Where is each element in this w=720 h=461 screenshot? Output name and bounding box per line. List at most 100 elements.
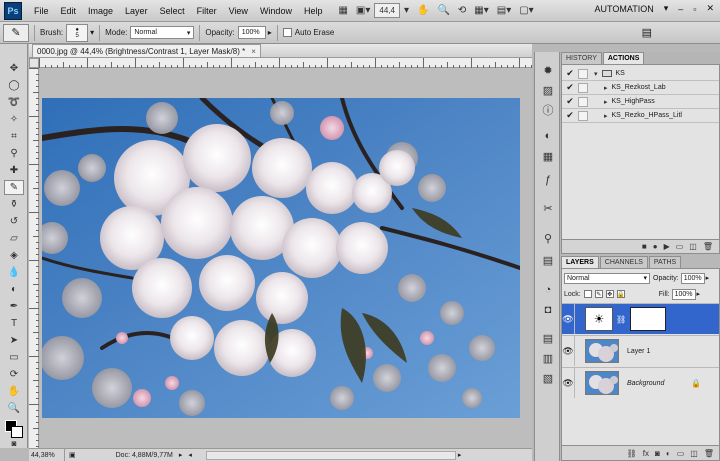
layer-opacity-input[interactable]: 100%	[680, 272, 705, 284]
navigator-icon[interactable]: ✹	[539, 62, 557, 78]
tab-actions[interactable]: ACTIONS	[602, 52, 645, 64]
clone-source-icon[interactable]: ⚲	[539, 230, 557, 246]
menu-filter[interactable]: Filter	[191, 6, 223, 16]
dialog-toggle[interactable]	[578, 82, 588, 93]
document-canvas[interactable]	[40, 68, 532, 448]
layer-thumbnail[interactable]	[585, 371, 619, 395]
menu-view[interactable]: View	[223, 6, 254, 16]
rotate-view-icon[interactable]: ⟲	[454, 3, 470, 19]
grid-icon[interactable]: ▦▾	[470, 3, 492, 19]
menu-help[interactable]: Help	[298, 6, 329, 16]
clone-stamp-tool-icon[interactable]: ⚱	[4, 197, 24, 212]
action-row[interactable]: ✔ ▸ KS_HighPass	[562, 95, 719, 109]
action-row[interactable]: ✔ ▸ KS_Rezkost_Lab	[562, 81, 719, 95]
path-selection-tool-icon[interactable]: ➤	[4, 333, 24, 348]
status-info-icon[interactable]: ▣	[69, 451, 76, 459]
layer-mask-thumbnail[interactable]	[630, 307, 667, 331]
lock-transparency-icon[interactable]	[583, 290, 592, 298]
adjustments-icon[interactable]: ◔	[539, 282, 557, 298]
horizontal-scrollbar[interactable]	[205, 450, 456, 460]
layer-row-background[interactable]: 👁 Background 🔒	[562, 367, 719, 398]
workspace-switcher[interactable]: AUTOMATION ▾ – ▫ ✕	[595, 3, 714, 14]
history-brush-tool-icon[interactable]: ↺	[4, 214, 24, 229]
arrange-documents-icon[interactable]: ▤▾	[493, 3, 515, 19]
minimize-window-button[interactable]: –	[678, 4, 683, 14]
pen-tool-icon[interactable]: ✒	[4, 299, 24, 314]
collapse-arrow-icon[interactable]: ▸	[604, 84, 608, 92]
view-extras-icon[interactable]: ▣▾	[352, 3, 374, 19]
restore-window-button[interactable]: ▫	[693, 4, 696, 14]
delete-icon[interactable]: 🗑	[703, 242, 713, 251]
record-icon[interactable]: ●	[653, 242, 658, 251]
3d-rotate-tool-icon[interactable]: ⟳	[4, 367, 24, 382]
tablet-pressure-icon[interactable]: ▤	[642, 26, 652, 39]
dialog-toggle[interactable]	[578, 68, 588, 79]
link-layers-icon[interactable]: ⛓	[627, 449, 637, 458]
layer-style-icon[interactable]: fx	[643, 449, 649, 458]
paragraph-icon[interactable]: ▥	[539, 350, 557, 366]
paint-bucket-tool-icon[interactable]: ◈	[4, 248, 24, 263]
vertical-ruler[interactable]	[29, 68, 39, 448]
layer-name[interactable]: Background	[627, 380, 664, 387]
quick-mask-icon[interactable]: ◙	[4, 438, 24, 448]
menu-image[interactable]: Image	[82, 6, 119, 16]
layer-name[interactable]: Layer 1	[627, 348, 650, 355]
blend-mode-select[interactable]: Normal ▾	[564, 272, 650, 284]
character-icon[interactable]: ▧	[539, 370, 557, 386]
scroll-left-icon[interactable]: ◂	[188, 451, 192, 459]
menu-select[interactable]: Select	[154, 6, 191, 16]
tab-history[interactable]: HISTORY	[561, 52, 602, 64]
expand-arrow-icon[interactable]: ▾	[594, 70, 598, 78]
hand-tool-icon[interactable]: ✋	[4, 384, 24, 399]
menu-file[interactable]: File	[28, 6, 55, 16]
auto-erase-checkbox[interactable]	[282, 28, 292, 37]
stop-icon[interactable]: ■	[642, 242, 647, 251]
status-zoom[interactable]: 44,38%	[29, 449, 65, 461]
opacity-dropdown-icon[interactable]: ▸	[268, 28, 272, 37]
tool-presets-icon[interactable]: ✂	[539, 200, 557, 216]
shape-tool-icon[interactable]: ▭	[4, 350, 24, 365]
opacity-slider-icon[interactable]: ▸	[706, 274, 710, 282]
ruler-origin[interactable]	[29, 58, 39, 68]
delete-layer-icon[interactable]: 🗑	[704, 449, 714, 458]
layer-row-layer-1[interactable]: 👁 Layer 1	[562, 335, 719, 366]
action-set-row[interactable]: ✔ ▾ KS	[562, 67, 719, 81]
zoom-tool-icon[interactable]: 🔍	[4, 401, 24, 416]
dialog-toggle[interactable]	[578, 96, 588, 107]
background-color-swatch[interactable]	[11, 426, 23, 438]
dialog-toggle[interactable]	[578, 110, 588, 121]
scroll-right-icon[interactable]: ▸	[458, 451, 462, 459]
menu-edit[interactable]: Edit	[55, 6, 83, 16]
eyedropper-tool-icon[interactable]: ⚲	[4, 146, 24, 161]
opacity-input[interactable]: 100%	[237, 26, 266, 39]
checkmark-icon[interactable]: ✔	[565, 110, 575, 121]
blur-tool-icon[interactable]: 💧	[4, 265, 24, 280]
new-set-icon[interactable]: ▭	[676, 242, 684, 251]
pencil-tool-icon[interactable]: ✎	[4, 180, 24, 195]
healing-brush-tool-icon[interactable]: ✚	[4, 163, 24, 178]
move-tool-icon[interactable]: ✥	[4, 61, 24, 76]
zoom-tool-icon[interactable]: 🔍	[433, 3, 453, 19]
eye-icon[interactable]: 👁	[562, 336, 575, 366]
action-row[interactable]: ✔ ▸ KS_Rezko_HPass_Litl	[562, 109, 719, 123]
brush-picker[interactable]: ● 5	[66, 23, 89, 42]
horizontal-ruler[interactable]	[39, 58, 532, 68]
status-menu-arrow-icon[interactable]: ▸	[179, 451, 183, 459]
close-tab-icon[interactable]: ×	[251, 47, 256, 56]
tool-preset-picker[interactable]: ✎	[3, 23, 29, 42]
magic-wand-tool-icon[interactable]: ✧	[4, 112, 24, 127]
lasso-tool-icon[interactable]: ➰	[4, 95, 24, 110]
new-layer-icon[interactable]: ◫	[690, 449, 698, 458]
cherry-blossom-photo[interactable]	[42, 98, 520, 418]
menu-window[interactable]: Window	[254, 6, 298, 16]
add-mask-icon[interactable]: ◙	[655, 449, 660, 458]
type-tool-icon[interactable]: T	[4, 316, 24, 331]
tab-layers[interactable]: LAYERS	[561, 256, 599, 268]
tab-paths[interactable]: PATHS	[648, 256, 682, 268]
play-icon[interactable]: ▶	[664, 242, 670, 251]
fill-slider-icon[interactable]: ▸	[697, 290, 701, 298]
layer-row-adjustment[interactable]: 👁 ☀ ⛓	[562, 303, 719, 334]
new-group-icon[interactable]: ▭	[677, 449, 685, 458]
zoom-level-field[interactable]: 44,4	[374, 3, 400, 18]
collapse-arrow-icon[interactable]: ▸	[604, 112, 608, 120]
